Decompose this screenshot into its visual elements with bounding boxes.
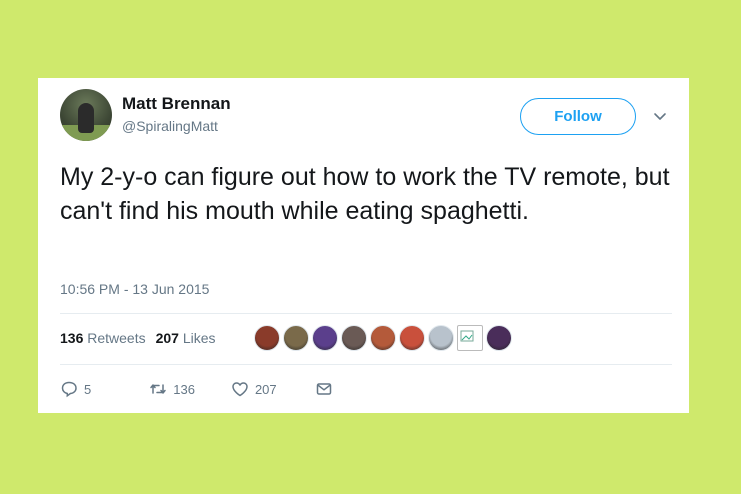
likes-stat[interactable]: 207 Likes [156,330,216,346]
likes-count: 207 [155,330,179,346]
author-name[interactable]: Matt Brennan [122,94,231,114]
liker-avatar-1[interactable] [254,325,280,351]
like-count: 207 [254,381,277,397]
retweet-count: 136 [173,381,195,397]
chevron-down-icon[interactable] [652,108,668,124]
likers-list [254,325,512,351]
author-avatar[interactable] [60,89,112,141]
reply-count: 5 [84,381,92,397]
follow-button[interactable]: Follow [520,98,636,135]
divider [60,313,672,314]
liker-avatar-9[interactable] [486,325,512,351]
tweet-timestamp[interactable]: 10:56 PM - 13 Jun 2015 [60,281,209,297]
heart-icon [232,382,248,397]
retweets-label: Retweets [87,330,146,346]
tweet-card: Matt Brennan @SpiralingMatt Follow My 2-… [38,78,689,413]
tweet-stats: 136 Retweets 207 Likes [60,330,216,346]
retweet-icon [150,384,166,394]
reply-button[interactable]: 5 [60,380,91,398]
retweets-stat[interactable]: 136 Retweets [60,330,146,346]
liker-avatar-6[interactable] [399,325,425,351]
like-button[interactable]: 207 [231,380,277,398]
tweet-text: My 2-y-o can figure out how to work the … [60,163,670,225]
likes-label: Likes [182,330,216,346]
liker-avatar-4[interactable] [341,325,367,351]
reply-icon [61,381,77,398]
divider [60,364,672,365]
liker-avatar-8[interactable] [457,325,483,351]
retweet-button[interactable]: 136 [149,380,195,398]
retweets-count: 136 [60,330,84,346]
liker-avatar-7[interactable] [428,325,454,351]
liker-avatar-5[interactable] [370,325,396,351]
liker-avatar-3[interactable] [312,325,338,351]
liker-avatar-2[interactable] [283,325,309,351]
tweet-actions: 5 136 207 [60,380,333,398]
envelope-icon [316,383,331,395]
message-button[interactable] [315,380,333,398]
author-handle[interactable]: @SpiralingMatt [122,118,218,134]
